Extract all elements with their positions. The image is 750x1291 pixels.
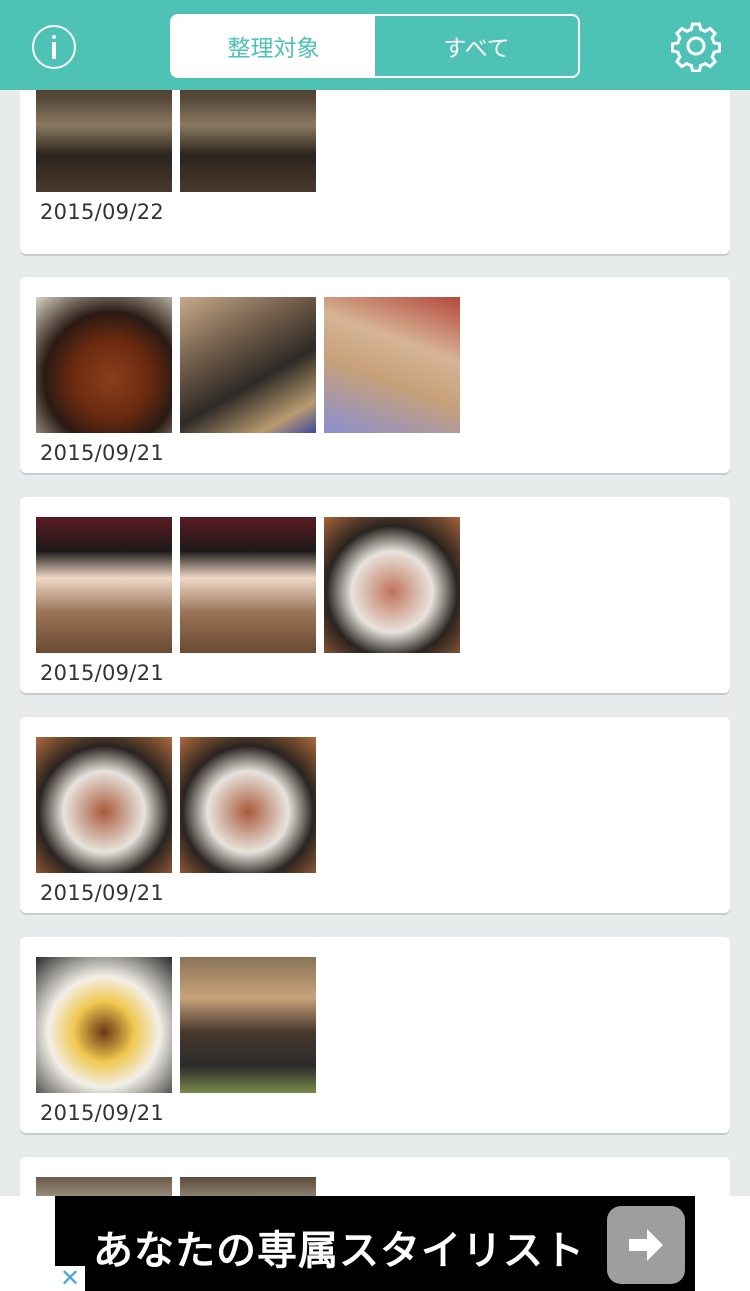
photo-thumbnail[interactable] bbox=[36, 1177, 172, 1196]
photo-group-card[interactable]: 2015/09/21 bbox=[20, 937, 730, 1133]
tab-all[interactable]: すべて bbox=[375, 16, 578, 76]
group-date: 2015/09/21 bbox=[40, 881, 165, 905]
group-date: 2015/09/22 bbox=[40, 200, 165, 224]
photo-group-card[interactable] bbox=[20, 1157, 730, 1196]
photo-thumbnail[interactable] bbox=[180, 1177, 316, 1196]
ad-close-icon[interactable]: ✕ bbox=[55, 1266, 85, 1291]
segmented-control: 整理対象 すべて bbox=[170, 14, 580, 78]
photo-group-list[interactable]: 2015/09/22 2015/09/21 2015/09/21 2015/09… bbox=[0, 90, 750, 1196]
photo-thumbnail[interactable] bbox=[36, 737, 172, 873]
photo-group-card[interactable]: 2015/09/22 bbox=[20, 90, 730, 254]
photo-group-card[interactable]: 2015/09/21 bbox=[20, 717, 730, 913]
photo-group-card[interactable]: 2015/09/21 bbox=[20, 277, 730, 473]
group-date: 2015/09/21 bbox=[40, 1101, 165, 1125]
arrow-right-icon[interactable] bbox=[607, 1206, 685, 1284]
ad-area: あなたの専属スタイリスト ✕ bbox=[0, 1196, 750, 1291]
ad-text: あなたの専属スタイリスト bbox=[93, 1228, 585, 1274]
photo-group-card[interactable]: 2015/09/21 bbox=[20, 497, 730, 693]
gear-icon[interactable] bbox=[670, 20, 722, 72]
ad-banner[interactable]: あなたの専属スタイリスト bbox=[55, 1196, 695, 1291]
photo-thumbnail[interactable] bbox=[180, 957, 316, 1093]
photo-thumbnail[interactable] bbox=[36, 517, 172, 653]
photo-thumbnail[interactable] bbox=[180, 737, 316, 873]
photo-thumbnail[interactable] bbox=[36, 297, 172, 433]
app-header: 整理対象 すべて bbox=[0, 0, 750, 90]
group-date: 2015/09/21 bbox=[40, 661, 165, 685]
photo-thumbnail[interactable] bbox=[180, 90, 316, 192]
photo-thumbnail[interactable] bbox=[180, 297, 316, 433]
group-date: 2015/09/21 bbox=[40, 441, 165, 465]
tab-targets[interactable]: 整理対象 bbox=[172, 16, 375, 76]
photo-thumbnail[interactable] bbox=[324, 297, 460, 433]
photo-thumbnail[interactable] bbox=[324, 517, 460, 653]
info-icon[interactable] bbox=[32, 25, 76, 69]
photo-thumbnail[interactable] bbox=[180, 517, 316, 653]
photo-thumbnail[interactable] bbox=[36, 90, 172, 192]
photo-thumbnail[interactable] bbox=[36, 957, 172, 1093]
